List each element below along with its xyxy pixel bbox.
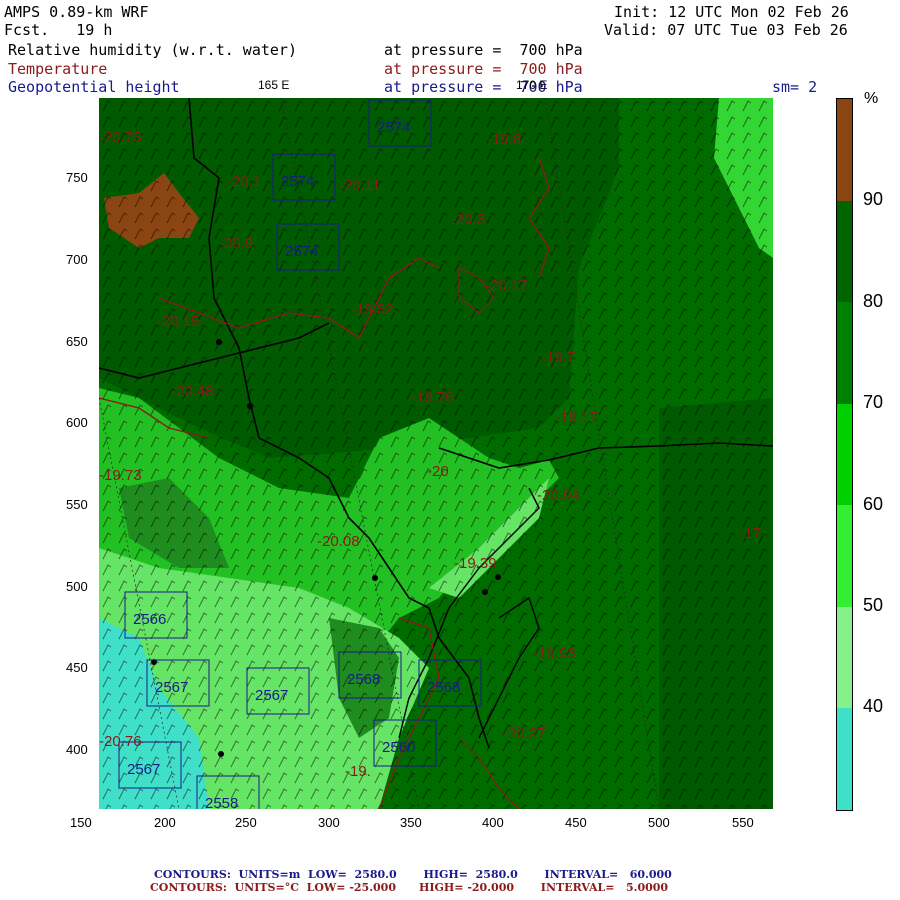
colorbar xyxy=(836,98,853,811)
colorbar-segment-40-50 xyxy=(837,607,852,708)
height-label: 2567 xyxy=(155,679,188,696)
temperature-label: -19.17 xyxy=(555,409,598,426)
height-label: 2567 xyxy=(255,687,288,704)
field-temperature-label: Temperature xyxy=(8,60,108,78)
longitude-label-170e: 170 E xyxy=(516,78,548,92)
colorbar-segment-over-90 xyxy=(837,99,852,201)
y-tick-label: 450 xyxy=(66,660,88,675)
temperature-label: -17 xyxy=(739,525,761,542)
init-time: Init: 12 UTC Mon 02 Feb 26 xyxy=(614,3,849,21)
temperature-label: -19.7 xyxy=(541,349,575,366)
temperature-label: -20.48 xyxy=(171,383,214,400)
temperature-label: -20.9 xyxy=(219,235,253,252)
temperature-label: -20.15 xyxy=(157,313,200,330)
temperature-label: -20.76 xyxy=(99,733,142,750)
model-title: AMPS 0.89-km WRF xyxy=(4,3,149,21)
station-dot xyxy=(218,751,224,757)
height-label: 2566 xyxy=(133,611,166,628)
temperature-label: -20.17 xyxy=(485,277,528,294)
y-tick-label: 700 xyxy=(66,252,88,267)
temperature-label: -20.3 xyxy=(451,211,485,228)
colorbar-segment-under-40 xyxy=(837,708,852,810)
x-tick-label: 450 xyxy=(565,815,587,830)
height-label: 2568 xyxy=(347,671,380,688)
wind-barbs-layer xyxy=(99,98,773,809)
station-dot xyxy=(247,403,253,409)
field-rh-label: Relative humidity (w.r.t. water) xyxy=(8,41,297,59)
y-tick-label: 550 xyxy=(66,497,88,512)
x-tick-label: 200 xyxy=(154,815,176,830)
colorbar-segment-80-90 xyxy=(837,201,852,302)
y-tick-label: 500 xyxy=(66,579,88,594)
station-dot xyxy=(372,575,378,581)
colorbar-tick-label: 80 xyxy=(863,291,884,311)
x-tick-label: 300 xyxy=(318,815,340,830)
colorbar-tick-label: 50 xyxy=(863,595,884,615)
y-tick-label: 400 xyxy=(66,742,88,757)
station-dot xyxy=(482,589,488,595)
temperature-label: -19.39 xyxy=(454,555,497,572)
station-dot xyxy=(216,339,222,345)
temperature-label: -19.8 xyxy=(487,131,521,148)
field-height-label: Geopotential height xyxy=(8,78,180,96)
temperature-label: -20.73 xyxy=(99,129,142,146)
temperature-label: -19.93 xyxy=(533,645,576,662)
x-tick-label: 250 xyxy=(235,815,257,830)
station-dot xyxy=(495,574,501,580)
height-label: 2574 xyxy=(285,243,318,260)
y-tick-label: 650 xyxy=(66,334,88,349)
x-tick-label: 350 xyxy=(400,815,422,830)
x-tick-label: 500 xyxy=(648,815,670,830)
x-tick-label: 150 xyxy=(70,815,92,830)
x-tick-label: 400 xyxy=(482,815,504,830)
x-tick-label: 550 xyxy=(732,815,754,830)
temperature-label: -20.1 xyxy=(227,173,261,190)
y-tick-label: 750 xyxy=(66,170,88,185)
y-tick-label: 600 xyxy=(66,415,88,430)
temperature-label: -19.82 xyxy=(351,301,394,318)
height-label: 2574 xyxy=(377,119,410,136)
temperature-label: -20.11 xyxy=(339,177,380,194)
smoothing-label: sm= 2 xyxy=(772,78,818,96)
temperature-label: -20.04 xyxy=(537,487,580,504)
temperature-label: -19.73 xyxy=(99,467,142,484)
height-label: 2574 xyxy=(281,173,314,190)
colorbar-segment-60-70 xyxy=(837,404,852,505)
colorbar-tick-label: 70 xyxy=(863,392,884,412)
valid-time: Valid: 07 UTC Tue 03 Feb 26 xyxy=(604,21,848,39)
colorbar-tick-label: 90 xyxy=(863,189,884,209)
temperature-level: at pressure = 700 hPa xyxy=(384,60,583,78)
colorbar-tick-label: 40 xyxy=(863,696,884,716)
height-label: 2560 xyxy=(382,739,415,756)
colorbar-tick-label: 60 xyxy=(863,494,884,514)
colorbar-segment-70-80 xyxy=(837,302,852,404)
height-level: at pressure = 700 hPa xyxy=(384,78,583,96)
longitude-label-165e: 165 E xyxy=(258,78,290,92)
temperature-label: -20 xyxy=(427,463,449,480)
height-label: 2568 xyxy=(427,679,460,696)
temperature-label: -19.76 xyxy=(411,389,454,406)
height-label: 2567 xyxy=(127,761,160,778)
temperature-label: -20.08 xyxy=(317,533,360,550)
map-plot: 2574 2574 2574 2566 2567 2567 2567 2568 2568 2560… xyxy=(99,98,773,809)
colorbar-segment-50-60 xyxy=(837,505,852,607)
temperature-label: -19. xyxy=(345,763,371,780)
colorbar-unit: % xyxy=(864,90,879,107)
temperature-label: -20.27 xyxy=(503,725,546,742)
height-contour-info: CONTOURS: UNITS=m LOW= 2580.0 HIGH= 2580… xyxy=(154,868,672,881)
forecast-hour: Fcst. 19 h xyxy=(4,21,113,39)
height-label: 2558 xyxy=(205,795,238,809)
temperature-contour-info: CONTOURS: UNITS=°C LOW= -25.000 HIGH= -2… xyxy=(150,881,669,894)
rh-level: at pressure = 700 hPa xyxy=(384,41,583,59)
